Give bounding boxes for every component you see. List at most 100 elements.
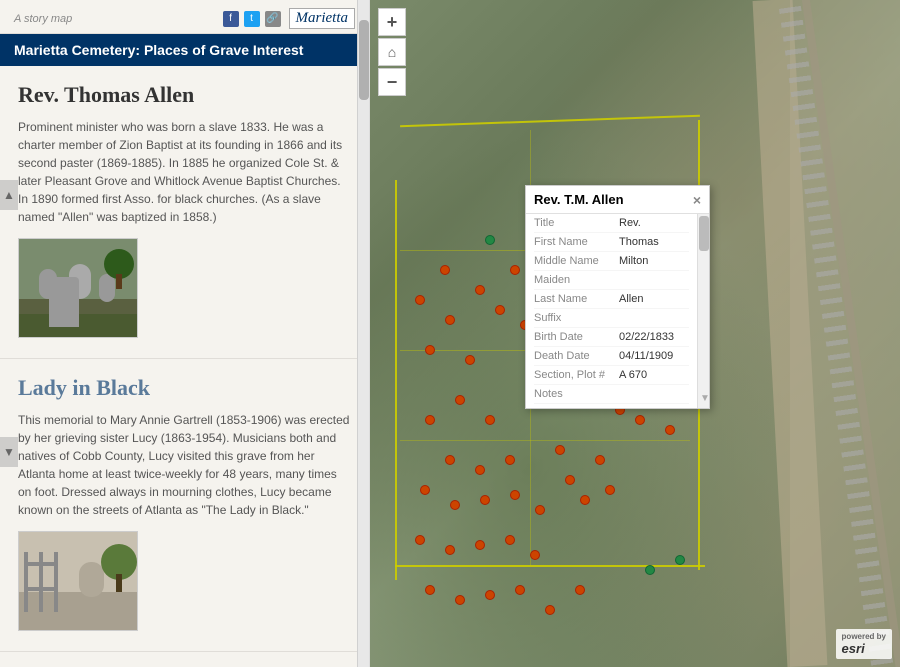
marker-43[interactable]: [515, 585, 525, 595]
marker-29[interactable]: [565, 475, 575, 485]
popup-label-0: Title: [534, 217, 619, 229]
marker-22[interactable]: [535, 505, 545, 515]
marker-20[interactable]: [480, 495, 490, 505]
popup-row-0: TitleRev.: [534, 214, 689, 233]
popup-label-3: Maiden: [534, 274, 619, 286]
nav-arrow-down[interactable]: ▼: [0, 437, 18, 467]
popup-label-2: Middle Name: [534, 255, 619, 267]
twitter-icon[interactable]: t: [244, 11, 260, 27]
zoom-in-button[interactable]: +: [378, 8, 406, 36]
popup-scrollbar[interactable]: ▼: [697, 214, 709, 408]
marker-0[interactable]: [415, 295, 425, 305]
marker-27[interactable]: [530, 550, 540, 560]
popup-value-1: Thomas: [619, 236, 659, 248]
story-title: Marietta Cemetery: Places of Grave Inter…: [0, 34, 369, 66]
social-icons: f t 🔗: [223, 11, 281, 27]
boundary-bottom: [395, 565, 705, 567]
marker-6[interactable]: [440, 265, 450, 275]
marker-2[interactable]: [475, 285, 485, 295]
zoom-out-button[interactable]: −: [378, 68, 406, 96]
popup-value-6: 02/22/1833: [619, 331, 674, 343]
marker-40[interactable]: [425, 585, 435, 595]
marker-47[interactable]: [675, 555, 685, 565]
map-area[interactable]: + ⌂ − Rev. T.M. Allen × TitleRev.First N…: [370, 0, 900, 667]
popup-label-4: Last Name: [534, 293, 619, 305]
map-popup: Rev. T.M. Allen × TitleRev.First NameTho…: [525, 185, 710, 409]
marker-39[interactable]: [665, 425, 675, 435]
popup-label-8: Section, Plot #: [534, 369, 619, 381]
popup-row-7: Death Date04/11/1909: [534, 347, 689, 366]
popup-row-2: Middle NameMilton: [534, 252, 689, 271]
marker-12[interactable]: [455, 395, 465, 405]
popup-row-1: First NameThomas: [534, 233, 689, 252]
popup-value-2: Milton: [619, 255, 648, 267]
section-1-image: [18, 238, 138, 338]
popup-label-7: Death Date: [534, 350, 619, 362]
marker-23[interactable]: [415, 535, 425, 545]
marker-1[interactable]: [445, 315, 455, 325]
marker-19[interactable]: [450, 500, 460, 510]
marker-21[interactable]: [510, 490, 520, 500]
marker-15[interactable]: [445, 455, 455, 465]
marker-4[interactable]: [425, 345, 435, 355]
marker-41[interactable]: [455, 595, 465, 605]
marker-28[interactable]: [555, 445, 565, 455]
marker-16[interactable]: [475, 465, 485, 475]
popup-value-0: Rev.: [619, 217, 641, 229]
popup-label-9: Notes: [534, 388, 619, 400]
popup-value-7: 04/11/1909: [619, 350, 673, 362]
marker-17[interactable]: [505, 455, 515, 465]
marker-3[interactable]: [495, 305, 505, 315]
popup-scroll-down-arrow: ▼: [700, 393, 710, 404]
marker-46[interactable]: [645, 565, 655, 575]
popup-row-8: Section, Plot #A 670: [534, 366, 689, 385]
popup-value-4: Allen: [619, 293, 643, 305]
marker-13[interactable]: [425, 415, 435, 425]
popup-label-6: Birth Date: [534, 331, 619, 343]
facebook-icon[interactable]: f: [223, 11, 239, 27]
marker-26[interactable]: [505, 535, 515, 545]
section-2-title: Lady in Black: [18, 375, 351, 401]
popup-close-button[interactable]: ×: [693, 193, 701, 207]
marker-31[interactable]: [595, 455, 605, 465]
link-icon[interactable]: 🔗: [265, 11, 281, 27]
left-panel-scrollbar[interactable]: [357, 0, 369, 667]
marker-32[interactable]: [605, 485, 615, 495]
story-label: A story map: [14, 13, 72, 25]
section-us-senator: U.S. Senator Alexander Stephens Clay: [0, 652, 369, 667]
story-header-right: f t 🔗 Marietta: [223, 8, 356, 29]
marker-24[interactable]: [445, 545, 455, 555]
marker-14[interactable]: [485, 415, 495, 425]
map-toolbar: + ⌂ −: [378, 8, 406, 96]
esri-powered-text: powered by: [842, 632, 886, 641]
marker-5[interactable]: [465, 355, 475, 365]
marker-30[interactable]: [580, 495, 590, 505]
plot-line-3: [400, 440, 690, 441]
marker-42[interactable]: [485, 590, 495, 600]
popup-row-4: Last NameAllen: [534, 290, 689, 309]
marker-10[interactable]: [485, 235, 495, 245]
marietta-logo: Marietta: [289, 8, 356, 29]
marker-7[interactable]: [510, 265, 520, 275]
esri-logo: powered by esri: [836, 629, 892, 659]
popup-value-8: A 670: [619, 369, 647, 381]
popup-content-area: TitleRev.First NameThomasMiddle NameMilt…: [526, 214, 709, 408]
popup-row-9: Notes: [534, 385, 689, 404]
story-header: A story map f t 🔗 Marietta: [0, 0, 369, 34]
home-button[interactable]: ⌂: [378, 38, 406, 66]
popup-row-3: Maiden: [534, 271, 689, 290]
section-2-image: [18, 531, 138, 631]
section-lady-in-black: Lady in Black This memorial to Mary Anni…: [0, 359, 369, 652]
popup-header: Rev. T.M. Allen ×: [526, 186, 709, 214]
marker-18[interactable]: [420, 485, 430, 495]
nav-arrow-up[interactable]: ▲: [0, 180, 18, 210]
popup-title: Rev. T.M. Allen: [534, 192, 624, 207]
popup-row-6: Birth Date02/22/1833: [534, 328, 689, 347]
scrollbar-thumb: [359, 20, 369, 100]
marker-37[interactable]: [635, 415, 645, 425]
section-1-body: Prominent minister who was born a slave …: [18, 118, 351, 226]
section-2-body: This memorial to Mary Annie Gartrell (18…: [18, 411, 351, 519]
marker-45[interactable]: [575, 585, 585, 595]
marker-44[interactable]: [545, 605, 555, 615]
marker-25[interactable]: [475, 540, 485, 550]
